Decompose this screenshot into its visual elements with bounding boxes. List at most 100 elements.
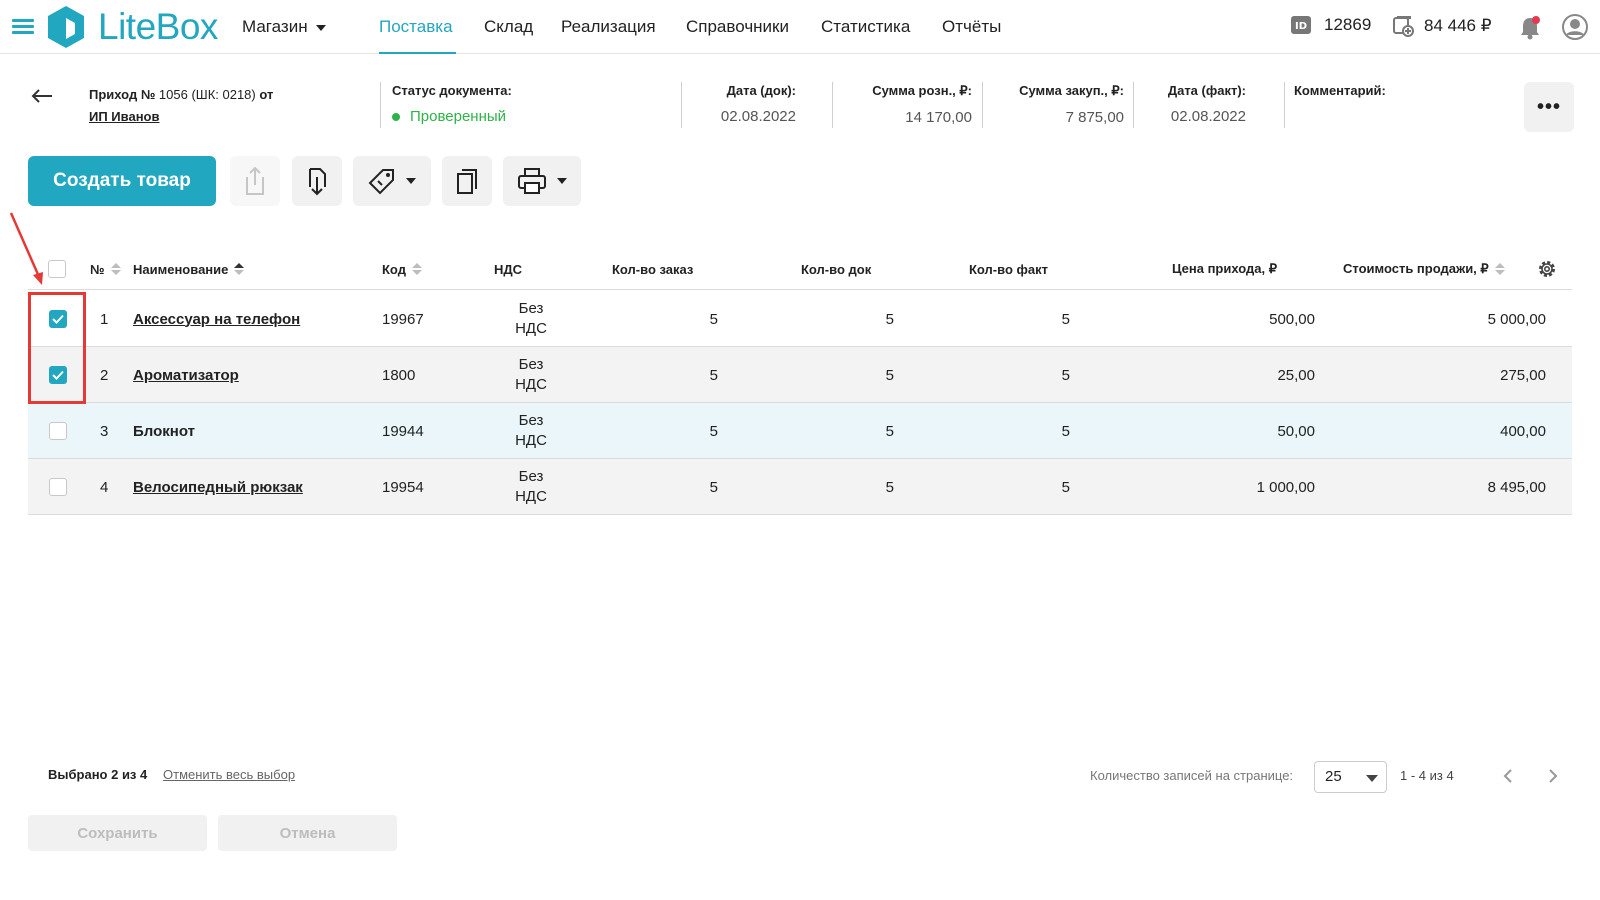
- prev-page-icon[interactable]: [1496, 764, 1520, 788]
- col-code-label: Код: [382, 261, 406, 277]
- balance[interactable]: 84 446 ₽: [1392, 15, 1492, 37]
- store-selector[interactable]: Магазин: [242, 17, 326, 37]
- product-name-link[interactable]: Аксессуар на телефон: [133, 311, 300, 328]
- col-code[interactable]: Код: [382, 248, 422, 290]
- col-qty-fact: Кол-во факт: [969, 261, 1048, 277]
- create-product-button[interactable]: Создать товар: [28, 156, 216, 206]
- divider: [1284, 82, 1285, 128]
- clear-selection-link[interactable]: Отменить весь выбор: [163, 767, 295, 782]
- fact-date-value: 02.08.2022: [1170, 108, 1246, 125]
- price-in: 1 000,00: [1256, 478, 1315, 496]
- print-button[interactable]: [503, 156, 581, 206]
- row-checkbox[interactable]: [49, 478, 67, 496]
- product-vat: Без НДС: [515, 300, 547, 337]
- chevron-down-icon: [406, 178, 416, 184]
- col-sale-cost[interactable]: Стоимость продажи, ₽: [1343, 248, 1505, 290]
- gear-icon: [1539, 261, 1555, 277]
- table-row[interactable]: 4 Велосипедный рюкзак 19954 Без НДС 5 5 …: [28, 459, 1572, 515]
- export-button[interactable]: [230, 156, 280, 206]
- table-settings[interactable]: [1537, 248, 1557, 290]
- price-tag-button[interactable]: [353, 156, 431, 206]
- qty-doc: 5: [885, 422, 894, 440]
- nav-statistika[interactable]: Статистика: [821, 17, 910, 37]
- account-id-value: 12869: [1324, 15, 1372, 34]
- document-title: Приход № 1056 (ШК: 0218) от ИП Иванов: [89, 84, 273, 128]
- supplier-link[interactable]: ИП Иванов: [89, 106, 273, 128]
- table-row[interactable]: 1 Аксессуар на телефон 19967 Без НДС 5 5…: [28, 291, 1572, 347]
- table-row[interactable]: 2 Ароматизатор 1800 Без НДС 5 5 5 25,00 …: [28, 347, 1572, 403]
- retail-sum-label: Сумма розн., ₽:: [872, 83, 972, 98]
- per-page-label: Количество записей на странице:: [1090, 768, 1294, 783]
- save-button[interactable]: Сохранить: [28, 815, 207, 851]
- purchase-sum-value: 7 875,00: [1065, 109, 1124, 126]
- more-options-button[interactable]: •••: [1524, 82, 1574, 132]
- qty-fact: 5: [1061, 366, 1070, 384]
- divider: [681, 82, 682, 128]
- logo[interactable]: LiteBox: [44, 4, 218, 50]
- product-code: 19944: [382, 422, 424, 440]
- svg-text:ID: ID: [1295, 21, 1307, 32]
- table-header: № Наименование Код НДС Кол-во заказ Кол-…: [28, 248, 1572, 290]
- qty-doc: 5: [885, 478, 894, 496]
- row-num: 3: [100, 422, 109, 440]
- sale-cost: 5 000,00: [1487, 310, 1546, 328]
- price-in: 500,00: [1269, 310, 1315, 328]
- col-num-label: №: [90, 261, 105, 277]
- product-vat: Без НДС: [515, 356, 547, 393]
- row-num: 4: [100, 478, 109, 496]
- nav-realizaciya[interactable]: Реализация: [561, 17, 656, 37]
- balance-value: 84 446 ₽: [1424, 16, 1492, 35]
- nav-otchety[interactable]: Отчёты: [942, 17, 1001, 37]
- col-qty-order: Кол-во заказ: [612, 261, 694, 277]
- qty-order: 5: [709, 478, 718, 496]
- product-name-link[interactable]: Велосипедный рюкзак: [133, 479, 303, 496]
- purchase-sum-label: Сумма закуп., ₽:: [1019, 83, 1124, 98]
- nav-postavka[interactable]: Поставка: [379, 17, 453, 37]
- doc-title-number: 1056 (ШК: 0218): [155, 87, 260, 102]
- chevron-down-icon: [557, 178, 567, 184]
- product-name[interactable]: Блокнот: [133, 423, 195, 440]
- menu-icon[interactable]: [12, 19, 34, 35]
- retail-sum-value: 14 170,00: [905, 109, 972, 126]
- qty-order: 5: [709, 366, 718, 384]
- chevron-down-icon: [315, 24, 326, 31]
- sort-icon: [110, 263, 121, 275]
- doc-date-value: 02.08.2022: [720, 108, 796, 125]
- price-in: 25,00: [1277, 366, 1315, 384]
- doc-status-label: Статус документа:: [392, 83, 512, 98]
- sort-icon: [411, 263, 422, 275]
- sort-icon: [1494, 263, 1505, 275]
- annotation-highlight-box: [28, 292, 86, 404]
- copy-button[interactable]: [442, 156, 492, 206]
- divider: [380, 82, 381, 128]
- nav-spravochniki[interactable]: Справочники: [686, 17, 789, 37]
- import-button[interactable]: [292, 156, 342, 206]
- id-card-icon: ID: [1291, 16, 1311, 34]
- col-num[interactable]: №: [90, 248, 121, 290]
- product-name-link[interactable]: Ароматизатор: [133, 367, 239, 384]
- row-checkbox[interactable]: [49, 422, 67, 440]
- comment-label: Комментарий:: [1294, 83, 1386, 98]
- table-row[interactable]: 3 Блокнот 19944 Без НДС 5 5 5 50,00 400,…: [28, 403, 1572, 459]
- bell-icon[interactable]: [1518, 15, 1542, 41]
- nav-sklad[interactable]: Склад: [484, 17, 533, 37]
- doc-date: Дата (док): 02.08.2022: [700, 83, 796, 125]
- doc-title-prefix: Приход №: [89, 87, 156, 102]
- user-avatar-icon[interactable]: [1562, 14, 1588, 40]
- back-arrow-icon[interactable]: [30, 86, 54, 106]
- product-code: 19967: [382, 310, 424, 328]
- price-tag-icon: [368, 169, 394, 195]
- doc-date-label: Дата (док):: [726, 83, 796, 98]
- col-name[interactable]: Наименование: [133, 248, 245, 290]
- per-page-select[interactable]: 25: [1314, 761, 1387, 793]
- next-page-icon[interactable]: [1541, 764, 1565, 788]
- page-range: 1 - 4 из 4: [1400, 768, 1454, 783]
- cancel-button[interactable]: Отмена: [218, 815, 397, 851]
- sale-cost: 400,00: [1500, 422, 1546, 440]
- divider: [832, 82, 833, 128]
- active-nav-indicator: [379, 52, 456, 54]
- product-vat: Без НДС: [515, 468, 547, 505]
- fact-date-label: Дата (факт):: [1167, 83, 1246, 98]
- qty-order: 5: [709, 310, 718, 328]
- qty-doc: 5: [885, 366, 894, 384]
